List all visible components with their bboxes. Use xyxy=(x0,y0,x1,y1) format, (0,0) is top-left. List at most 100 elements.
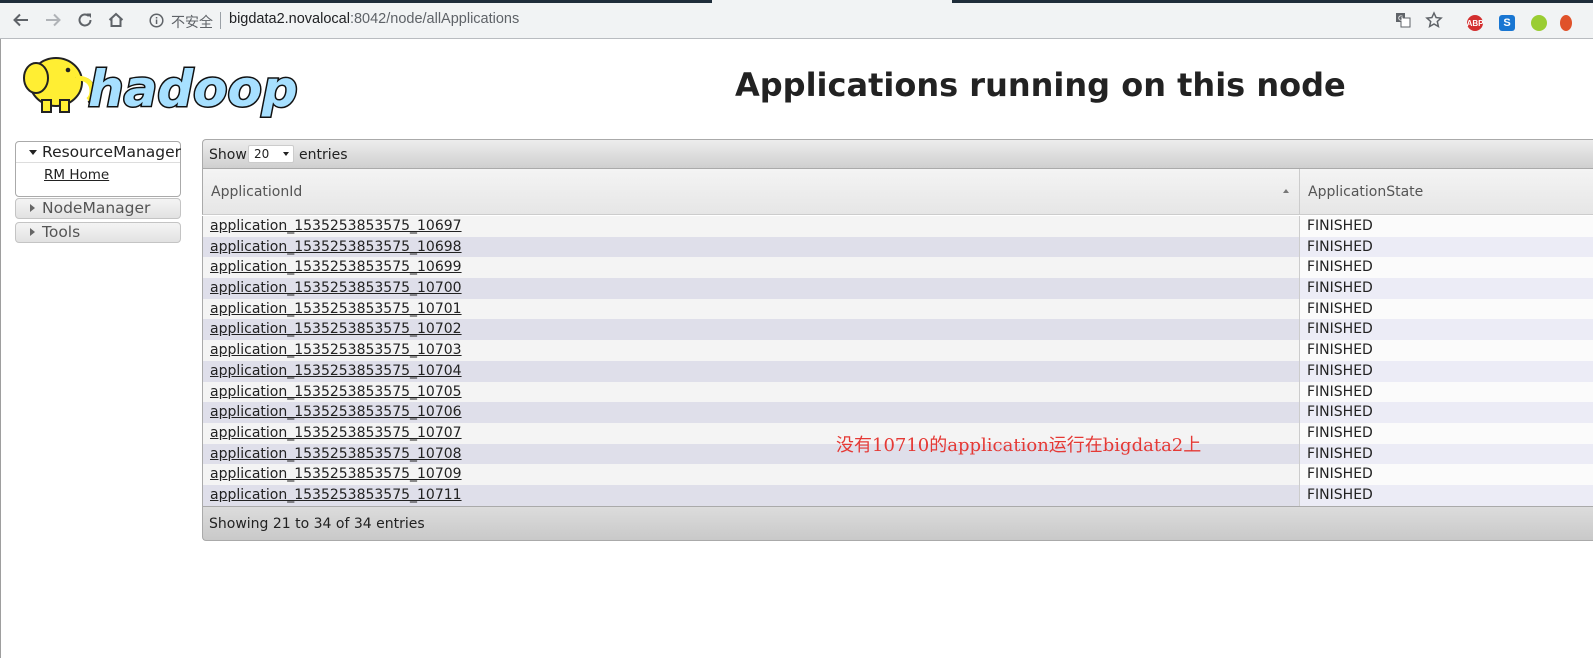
application-id-link[interactable]: application_1535253853575_10708 xyxy=(210,446,462,462)
address-bar[interactable]: 不安全 bigdata2.novalocal:8042/node/allAppl… xyxy=(137,8,1452,33)
entries-label: entries xyxy=(299,147,348,163)
state-cell-border: FINISHED xyxy=(1299,340,1373,361)
collapsed-triangle-icon xyxy=(30,204,35,212)
state-cell-border: FINISHED xyxy=(1299,422,1373,444)
application-state: FINISHED xyxy=(1307,280,1373,297)
application-state: FINISHED xyxy=(1307,259,1373,276)
table-row: application_1535253853575_10701 FINISHED xyxy=(203,298,1593,320)
node-manager-header[interactable]: NodeManager xyxy=(15,198,181,219)
application-state: FINISHED xyxy=(1307,445,1373,462)
application-state: FINISHED xyxy=(1307,466,1373,483)
url-host: bigdata2.novalocal xyxy=(229,11,350,27)
page-size-select[interactable]: 20 xyxy=(248,145,294,163)
tools-label: Tools xyxy=(42,223,81,241)
hadoop-logo: hadoop xyxy=(16,48,310,120)
table-row: application_1535253853575_10705 FINISHED xyxy=(203,381,1593,403)
table-length-bar: Show 20 entries xyxy=(202,139,1593,169)
hadoop-elephant-icon: hadoop xyxy=(23,57,299,120)
resource-manager-section: ResourceManager RM Home xyxy=(15,141,181,197)
table-row: application_1535253853575_10711 FINISHED xyxy=(203,484,1593,506)
rm-home-link[interactable]: RM Home xyxy=(44,167,109,183)
application-id-link[interactable]: application_1535253853575_10707 xyxy=(210,425,462,441)
resource-manager-label: ResourceManager xyxy=(42,143,182,161)
adblock-extension-icon[interactable]: ABP xyxy=(1467,15,1483,31)
resource-manager-header[interactable]: ResourceManager xyxy=(16,142,182,163)
table-row: application_1535253853575_10704 FINISHED xyxy=(203,360,1593,382)
translate-icon[interactable]: G xyxy=(1395,12,1411,28)
table-header: ApplicationId ApplicationState xyxy=(202,169,1593,215)
state-cell-border: FINISHED xyxy=(1299,298,1373,320)
dropdown-arrow-icon xyxy=(283,152,289,156)
url-text[interactable]: bigdata2.novalocal:8042/node/allApplicat… xyxy=(229,11,519,27)
orange-extension-icon[interactable] xyxy=(1560,15,1572,31)
state-cell-border: FINISHED xyxy=(1299,381,1373,403)
address-separator xyxy=(220,12,221,29)
table-row: application_1535253853575_10703 FINISHED xyxy=(203,340,1593,361)
application-id-link[interactable]: application_1535253853575_10698 xyxy=(210,239,462,255)
browser-toolbar: 不安全 bigdata2.novalocal:8042/node/allAppl… xyxy=(0,3,1593,39)
svg-text:G: G xyxy=(1398,15,1403,23)
state-cell-border: FINISHED xyxy=(1299,319,1373,341)
application-state: FINISHED xyxy=(1307,424,1373,441)
application-state: FINISHED xyxy=(1307,486,1373,503)
url-path: :8042/node/allApplications xyxy=(349,11,520,27)
table-row: application_1535253853575_10700 FINISHED xyxy=(203,278,1593,299)
table-row: application_1535253853575_10697 FINISHED xyxy=(203,216,1593,237)
node-manager-label: NodeManager xyxy=(42,199,151,217)
application-state: FINISHED xyxy=(1307,321,1373,338)
page-title: Applications running on this node xyxy=(735,66,1346,104)
application-id-link[interactable]: application_1535253853575_10701 xyxy=(210,301,462,317)
state-cell-border: FINISHED xyxy=(1299,360,1373,382)
application-state: FINISHED xyxy=(1307,238,1373,255)
state-cell-border: FINISHED xyxy=(1299,236,1373,258)
home-button[interactable] xyxy=(104,8,128,32)
table-row: application_1535253853575_10699 FINISHED xyxy=(203,257,1593,279)
table-row: application_1535253853575_10709 FINISHED xyxy=(203,464,1593,485)
table-info-bar: Showing 21 to 34 of 34 entries xyxy=(202,506,1593,541)
application-state: FINISHED xyxy=(1307,404,1373,421)
application-id-link[interactable]: application_1535253853575_10711 xyxy=(210,487,462,503)
reload-button[interactable] xyxy=(73,8,97,32)
application-id-link[interactable]: application_1535253853575_10703 xyxy=(210,342,462,358)
reload-icon xyxy=(78,13,92,27)
logo-wordmark: hadoop xyxy=(88,60,298,118)
show-label: Show xyxy=(209,147,247,163)
table-row: application_1535253853575_10706 FINISHED xyxy=(203,402,1593,423)
column-header-application-id[interactable]: ApplicationId xyxy=(203,169,1300,215)
application-state: FINISHED xyxy=(1307,383,1373,400)
state-cell-border: FINISHED xyxy=(1299,278,1373,299)
s-extension-icon[interactable]: S xyxy=(1499,15,1515,31)
collapsed-triangle-icon xyxy=(30,228,35,236)
tools-header[interactable]: Tools xyxy=(15,222,181,243)
column-header-application-state[interactable]: ApplicationState xyxy=(1300,169,1593,215)
state-cell-border: FINISHED xyxy=(1299,443,1373,465)
application-id-link[interactable]: application_1535253853575_10709 xyxy=(210,466,462,482)
application-id-link[interactable]: application_1535253853575_10704 xyxy=(210,363,462,379)
column-label: ApplicationId xyxy=(211,184,303,200)
application-id-link[interactable]: application_1535253853575_10702 xyxy=(210,321,462,337)
table-row: application_1535253853575_10702 FINISHED xyxy=(203,319,1593,341)
info-icon[interactable] xyxy=(149,13,164,28)
forward-button[interactable] xyxy=(41,8,65,32)
home-icon xyxy=(108,12,124,27)
application-id-link[interactable]: application_1535253853575_10706 xyxy=(210,404,462,420)
green-extension-icon[interactable] xyxy=(1531,15,1547,31)
page-left-border xyxy=(0,39,1,658)
state-cell-border: FINISHED xyxy=(1299,484,1373,506)
application-id-link[interactable]: application_1535253853575_10697 xyxy=(210,218,462,234)
state-cell-border: FINISHED xyxy=(1299,464,1373,485)
state-cell-border: FINISHED xyxy=(1299,216,1373,237)
table-body: application_1535253853575_10697 FINISHED a… xyxy=(202,216,1593,506)
application-state: FINISHED xyxy=(1307,300,1373,317)
bookmark-star-icon[interactable] xyxy=(1425,11,1443,29)
column-label: ApplicationState xyxy=(1308,184,1424,200)
application-id-link[interactable]: application_1535253853575_10700 xyxy=(210,280,462,296)
security-label[interactable]: 不安全 xyxy=(171,12,213,32)
application-id-link[interactable]: application_1535253853575_10699 xyxy=(210,259,462,275)
table-row: application_1535253853575_10698 FINISHED xyxy=(203,236,1593,258)
application-id-link[interactable]: application_1535253853575_10705 xyxy=(210,384,462,400)
application-state: FINISHED xyxy=(1307,218,1373,234)
page-size-value: 20 xyxy=(254,147,270,161)
application-state: FINISHED xyxy=(1307,362,1373,379)
back-button[interactable] xyxy=(9,8,33,32)
